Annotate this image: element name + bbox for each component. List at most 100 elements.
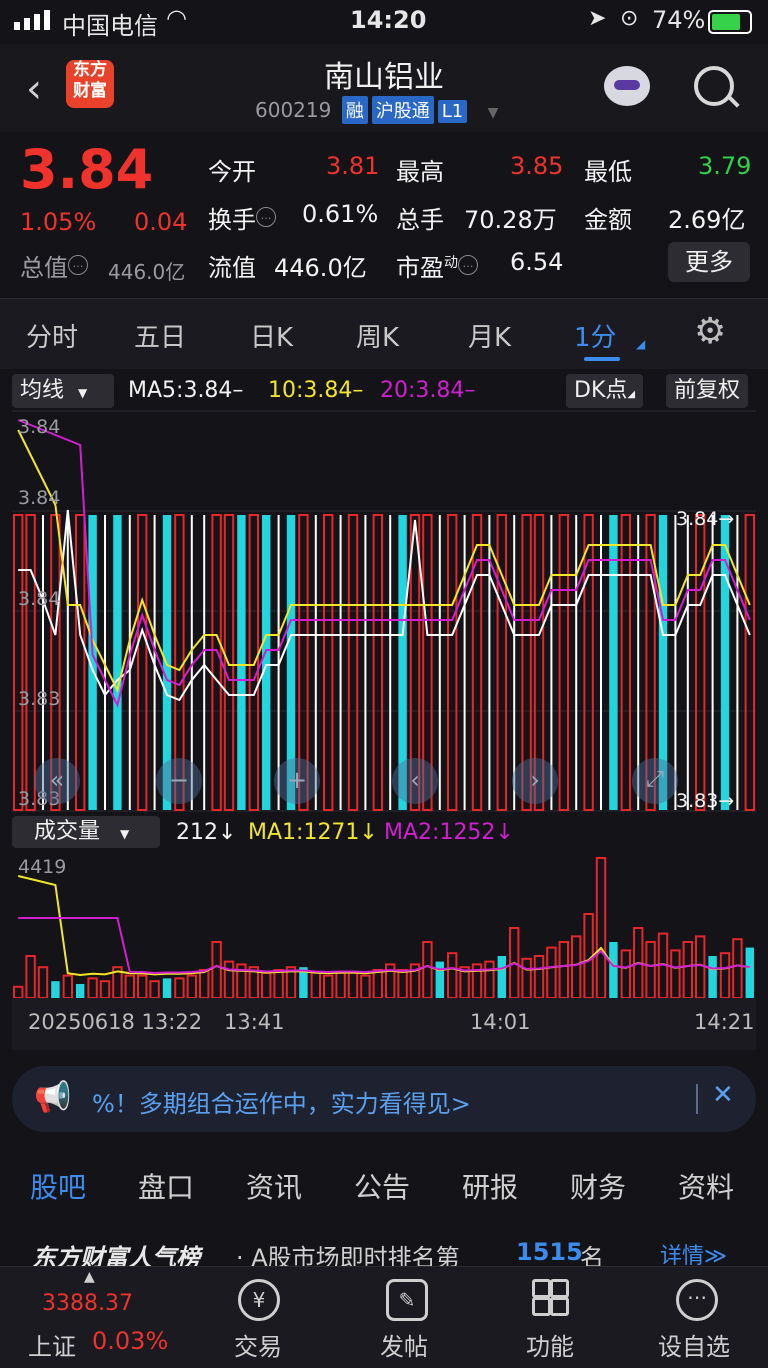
function-grid-icon[interactable] (532, 1279, 569, 1316)
volume-bar (261, 971, 272, 998)
tab-weekly[interactable]: 周K (356, 317, 399, 354)
trade-icon[interactable]: ¥ (238, 1279, 280, 1321)
tab-finance[interactable]: 财务 (570, 1166, 626, 1206)
change-value: 0.04 (134, 208, 188, 236)
zoom-in-icon[interactable]: + (274, 758, 320, 804)
x-label-end: 14:21 (694, 1010, 755, 1034)
period-tabs: 分时 五日 日K 周K 月K 1分 ◢ ⚙ (0, 298, 768, 369)
candle (695, 514, 706, 811)
x-label-2: 13:41 (224, 1010, 285, 1034)
tab-dropdown-icon[interactable]: ◢ (636, 337, 645, 351)
close-icon[interactable]: ✕ (712, 1080, 734, 1110)
post-icon[interactable]: ✎ (386, 1279, 428, 1321)
change-pct: 1.05% (20, 208, 97, 236)
index-pct[interactable]: 0.03% (92, 1327, 168, 1355)
tab-pankou[interactable]: 盘口 (138, 1166, 194, 1206)
tab-research[interactable]: 研报 (462, 1166, 518, 1206)
tab-profile[interactable]: 资料 (678, 1166, 734, 1206)
mktcap-value: 446.0亿 (108, 260, 186, 284)
tab-one-minute[interactable]: 1分 (574, 317, 617, 354)
ma20-line (17, 419, 751, 708)
tab-guba[interactable]: 股吧 (30, 1166, 86, 1206)
zoom-out-icon[interactable]: − (156, 758, 202, 804)
volume-legend: 212↓ (176, 820, 237, 845)
x-axis: 20250618 13:22 13:41 14:01 14:21 (12, 998, 756, 1050)
volume-bar (310, 971, 322, 998)
ma5-legend: MA5:3.84– (128, 378, 244, 403)
scroll-right-icon[interactable]: › (512, 758, 558, 804)
popularity-rank[interactable]: 东方财富人气榜 · A股市场即时排名第 1515 名 详情≫ (0, 1222, 768, 1272)
news-tabs: 股吧 盘口 资讯 公告 研报 财务 资料 (0, 1146, 768, 1222)
add-watchlist-icon[interactable]: ⋯ (676, 1279, 718, 1321)
tab-monthly[interactable]: 月K (468, 317, 511, 354)
volume-bar (223, 960, 235, 998)
y-label-3: 3.84 (18, 588, 61, 610)
scroll-left-icon[interactable]: ‹ (392, 758, 438, 804)
tab-five-day[interactable]: 五日 (134, 317, 186, 354)
info-icon[interactable]: … (68, 255, 88, 275)
volume-bar (435, 961, 444, 998)
y-label-4: 3.83 (18, 688, 61, 710)
float-value: 446.0亿 (274, 254, 367, 282)
fullscreen-icon[interactable]: ⤢ (632, 758, 678, 804)
candle (496, 514, 508, 811)
volume-bar (13, 985, 24, 998)
dropdown-icon[interactable]: ▼ (488, 105, 499, 121)
scroll-far-left-icon[interactable]: « (34, 758, 80, 804)
expand-up-icon[interactable]: ▲ (84, 1269, 95, 1285)
notice-banner[interactable]: 📢 %！多期组合运作中，实力看得见> ✕ (12, 1066, 756, 1132)
volume-bar (682, 941, 693, 998)
clock: 14:20 (350, 6, 427, 34)
volume-bar (645, 941, 656, 998)
rank-number: 1515 (516, 1238, 583, 1266)
settings-gear-icon[interactable]: ⚙ (694, 311, 726, 352)
candle (558, 514, 569, 811)
volume-bar (37, 966, 49, 998)
assistant-robot-icon[interactable] (604, 66, 650, 106)
volume-ma2-legend: MA2:1252↓ (384, 820, 514, 845)
notice-text[interactable]: %！多期组合运作中，实力看得见> (92, 1084, 471, 1119)
open-value: 3.81 (326, 152, 380, 180)
volume-bar (497, 956, 506, 998)
info-icon[interactable]: … (458, 255, 478, 275)
candle (25, 514, 36, 811)
index-value[interactable]: 3388.37 (42, 1291, 133, 1316)
volume-chart[interactable] (12, 852, 756, 998)
dk-point-button[interactable]: DK点◢ (566, 374, 644, 408)
function-label[interactable]: 功能 (510, 1327, 590, 1362)
volume-value: 70.28万 (464, 206, 557, 234)
trade-label[interactable]: 交易 (218, 1327, 298, 1362)
mktcap-label: 总值… (20, 248, 88, 283)
stock-header: ‹ 东方财富 南山铝业 600219 融沪股通 L1 ▼ (0, 44, 768, 132)
candle (262, 515, 271, 810)
megaphone-icon: 📢 (34, 1080, 72, 1115)
index-name[interactable]: 上证 (28, 1327, 76, 1362)
signal-icon (14, 10, 54, 30)
volume-bar (162, 978, 172, 998)
volume-bar (149, 980, 160, 998)
margin-tag: 融 (341, 96, 368, 124)
tab-announcements[interactable]: 公告 (354, 1166, 410, 1206)
adjust-button[interactable]: 前复权 (666, 374, 749, 408)
volume-bar (708, 956, 717, 998)
add-watchlist-label[interactable]: 设自选 (654, 1327, 734, 1362)
ma-select[interactable]: 均线 ▼ (12, 374, 114, 408)
volume-bar (422, 941, 433, 998)
tab-news[interactable]: 资讯 (246, 1166, 302, 1206)
high-value: 3.85 (510, 152, 564, 180)
float-label: 流值 (208, 254, 256, 282)
search-icon[interactable] (694, 66, 734, 106)
low-label: 最低 (584, 158, 632, 186)
volume-bar (372, 969, 384, 998)
tab-intraday[interactable]: 分时 (26, 317, 78, 354)
price-chart[interactable] (12, 410, 756, 812)
candle (447, 514, 458, 811)
info-icon[interactable]: … (256, 207, 276, 227)
tab-daily[interactable]: 日K (250, 317, 293, 354)
post-label[interactable]: 发帖 (364, 1327, 444, 1362)
volume-bar (273, 969, 284, 998)
volume-select[interactable]: 成交量 ▼ (12, 816, 160, 848)
low-marker: 3.83→ (676, 790, 735, 812)
more-button[interactable]: 更多 (668, 242, 750, 282)
volume-bar (595, 857, 607, 998)
